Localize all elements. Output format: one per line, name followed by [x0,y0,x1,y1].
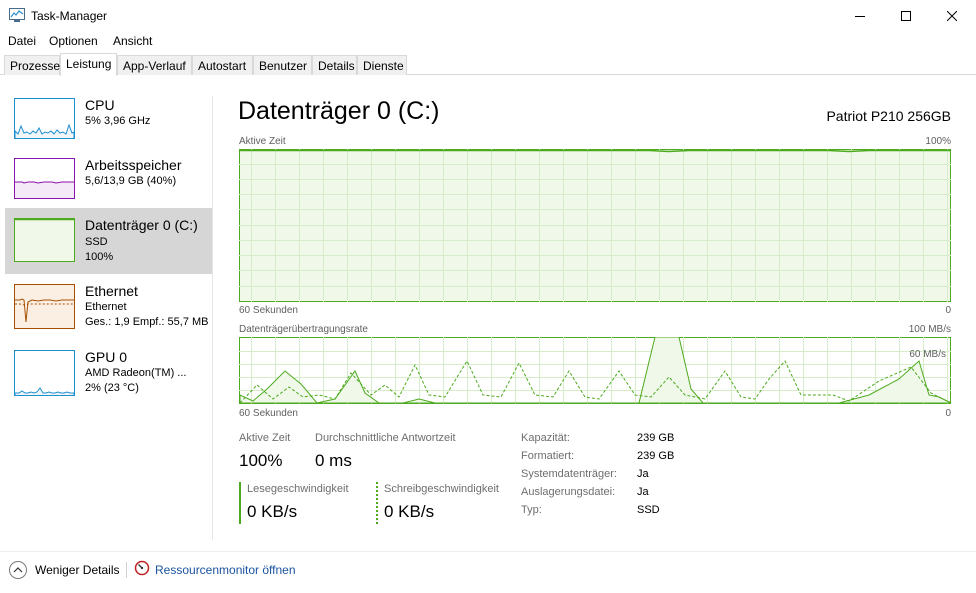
transfer-rate-graph-min: 0 [945,408,951,419]
transfer-rate-inner-scale: 60 MB/s [909,349,946,360]
close-icon [947,10,957,21]
open-resource-monitor-link[interactable]: Ressourcenmonitor öffnen [155,563,296,577]
formatted-label: Formatiert: [521,450,575,462]
tab-dienste[interactable]: Dienste [357,55,407,75]
active-time-label: Aktive Zeit [239,432,291,444]
title-bar[interactable]: Task-Manager [0,0,976,32]
transfer-rate-graph-max: 100 MB/s [908,324,951,335]
write-speed-marker [376,482,378,524]
memory-thumbnail [14,158,75,199]
disk-thumbnail [14,218,75,262]
footer-divider [126,562,127,578]
gpu-thumbnail [14,350,75,396]
ethernet-throughput: Ges.: 1,9 Empf.: 55,7 MB [85,316,209,328]
task-manager-icon [9,8,25,22]
read-speed-value: 0 KB/s [247,502,298,521]
chevron-up-icon [9,561,27,579]
maximize-icon [901,10,911,21]
active-time-graph [239,149,952,303]
tab-app-verlauf[interactable]: App-Verlauf [117,55,192,75]
disk-usage: 100% [85,251,114,263]
sidebar-item-disk[interactable]: Datenträger 0 (C:) SSD 100% [5,208,212,274]
cpu-usage: 5% 3,96 GHz [85,115,151,127]
gpu-title: GPU 0 [85,349,128,365]
tab-benutzer[interactable]: Benutzer [253,55,312,75]
tab-leistung[interactable]: Leistung [60,53,117,76]
active-time-value: 100% [239,451,283,470]
response-time-label: Durchschnittliche Antwortzeit [315,432,456,444]
type-label: Typ: [521,504,542,516]
menu-optionen[interactable]: Optionen [49,34,98,48]
fewer-details-button[interactable] [8,560,28,580]
close-button[interactable] [929,0,975,31]
ethernet-thumbnail [14,284,75,329]
sidebar-divider [212,96,213,540]
minimize-button[interactable] [837,0,883,31]
read-speed-marker [239,482,241,524]
page-file-value: Ja [637,486,649,498]
page-title: Datenträger 0 (C:) [238,97,440,125]
formatted-value: 239 GB [637,450,675,462]
system-disk-label: Systemdatenträger: [521,468,617,480]
sidebar-item-gpu[interactable]: GPU 0 AMD Radeon(TM) ... 2% (23 °C) [5,342,212,408]
tab-strip: Prozesse Leistung App-Verlauf Autostart … [0,53,976,76]
cpu-thumbnail [14,98,75,139]
write-speed-value: 0 KB/s [384,502,435,521]
window-title: Task-Manager [31,9,108,23]
fewer-details-label[interactable]: Weniger Details [35,563,119,577]
system-disk-value: Ja [637,468,649,480]
tab-details[interactable]: Details [312,55,357,75]
active-time-graph-duration: 60 Sekunden [239,305,298,316]
footer-bar: Weniger Details Ressourcenmonitor öffnen [0,551,976,593]
menu-bar: Datei Optionen Ansicht [0,32,976,51]
type-value: SSD [637,504,660,516]
capacity-value: 239 GB [637,432,675,444]
ethernet-adapter: Ethernet [85,301,127,313]
tab-autostart[interactable]: Autostart [192,55,253,75]
sidebar-item-cpu[interactable]: CPU 5% 3,96 GHz [5,90,212,156]
memory-title: Arbeitsspeicher [85,157,182,173]
write-speed-label: Schreibgeschwindigkeit [384,483,499,495]
transfer-rate-graph-label: Datenträgerübertragungsrate [239,324,368,335]
disk-type: SSD [85,236,108,248]
ethernet-title: Ethernet [85,283,138,299]
tab-prozesse[interactable]: Prozesse [4,55,60,75]
performance-sidebar: CPU 5% 3,96 GHz Arbeitsspeicher 5,6/13,9… [0,76,213,542]
transfer-rate-graph-duration: 60 Sekunden [239,408,298,419]
sidebar-item-memory[interactable]: Arbeitsspeicher 5,6/13,9 GB (40%) [5,150,212,216]
menu-ansicht[interactable]: Ansicht [113,34,152,48]
gpu-model: AMD Radeon(TM) ... [85,367,187,379]
memory-usage: 5,6/13,9 GB (40%) [85,175,177,187]
capacity-label: Kapazität: [521,432,570,444]
page-file-label: Auslagerungsdatei: [521,486,616,498]
cpu-title: CPU [85,97,115,113]
disk-model: Patriot P210 256GB [826,108,951,124]
gpu-usage: 2% (23 °C) [85,382,139,394]
maximize-button[interactable] [883,0,929,31]
active-time-graph-max: 100% [925,136,951,147]
transfer-rate-graph [239,337,952,405]
read-speed-label: Lesegeschwindigkeit [247,483,349,495]
resource-monitor-icon [134,560,150,576]
menu-datei[interactable]: Datei [8,34,36,48]
minimize-icon [855,15,865,17]
response-time-value: 0 ms [315,451,352,470]
active-time-graph-label: Aktive Zeit [239,136,286,147]
sidebar-item-ethernet[interactable]: Ethernet Ethernet Ges.: 1,9 Empf.: 55,7 … [5,276,212,342]
disk-title: Datenträger 0 (C:) [85,217,198,233]
active-time-graph-min: 0 [945,305,951,316]
